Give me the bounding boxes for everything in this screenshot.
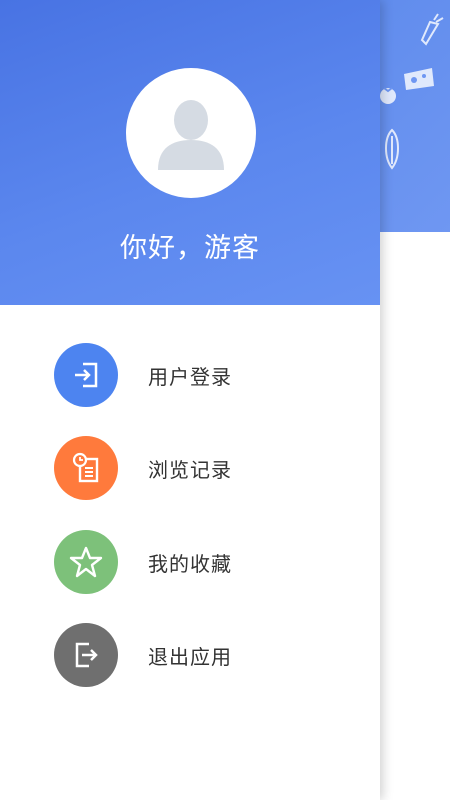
menu-item-label: 退出应用 xyxy=(148,644,232,669)
carrot-icon xyxy=(420,13,444,46)
navigation-drawer: 你好，游客 用户登录 浏览记录 我的收藏 退出应用 xyxy=(0,0,380,800)
menu-item-login[interactable]: 用户登录 xyxy=(0,335,380,415)
tomato-icon xyxy=(380,87,396,104)
avatar[interactable] xyxy=(126,68,256,198)
app-screen: 你好，游客 用户登录 浏览记录 我的收藏 退出应用 xyxy=(0,0,450,800)
menu-item-label: 浏览记录 xyxy=(148,457,232,482)
user-placeholder-icon xyxy=(158,100,224,170)
history-icon xyxy=(54,436,118,500)
menu-item-history[interactable]: 浏览记录 xyxy=(0,428,380,508)
menu-item-label: 我的收藏 xyxy=(148,551,232,576)
menu-item-exit[interactable]: 退出应用 xyxy=(0,615,380,695)
greeting-text: 你好，游客 xyxy=(120,233,260,264)
menu-item-favorites[interactable]: 我的收藏 xyxy=(0,522,380,602)
drawer-header: 你好，游客 xyxy=(0,0,380,305)
login-icon xyxy=(54,343,118,407)
cheese-icon xyxy=(404,68,434,90)
corn-icon xyxy=(385,128,399,170)
exit-icon xyxy=(54,623,118,687)
star-icon xyxy=(54,530,118,594)
menu-item-label: 用户登录 xyxy=(148,364,232,389)
